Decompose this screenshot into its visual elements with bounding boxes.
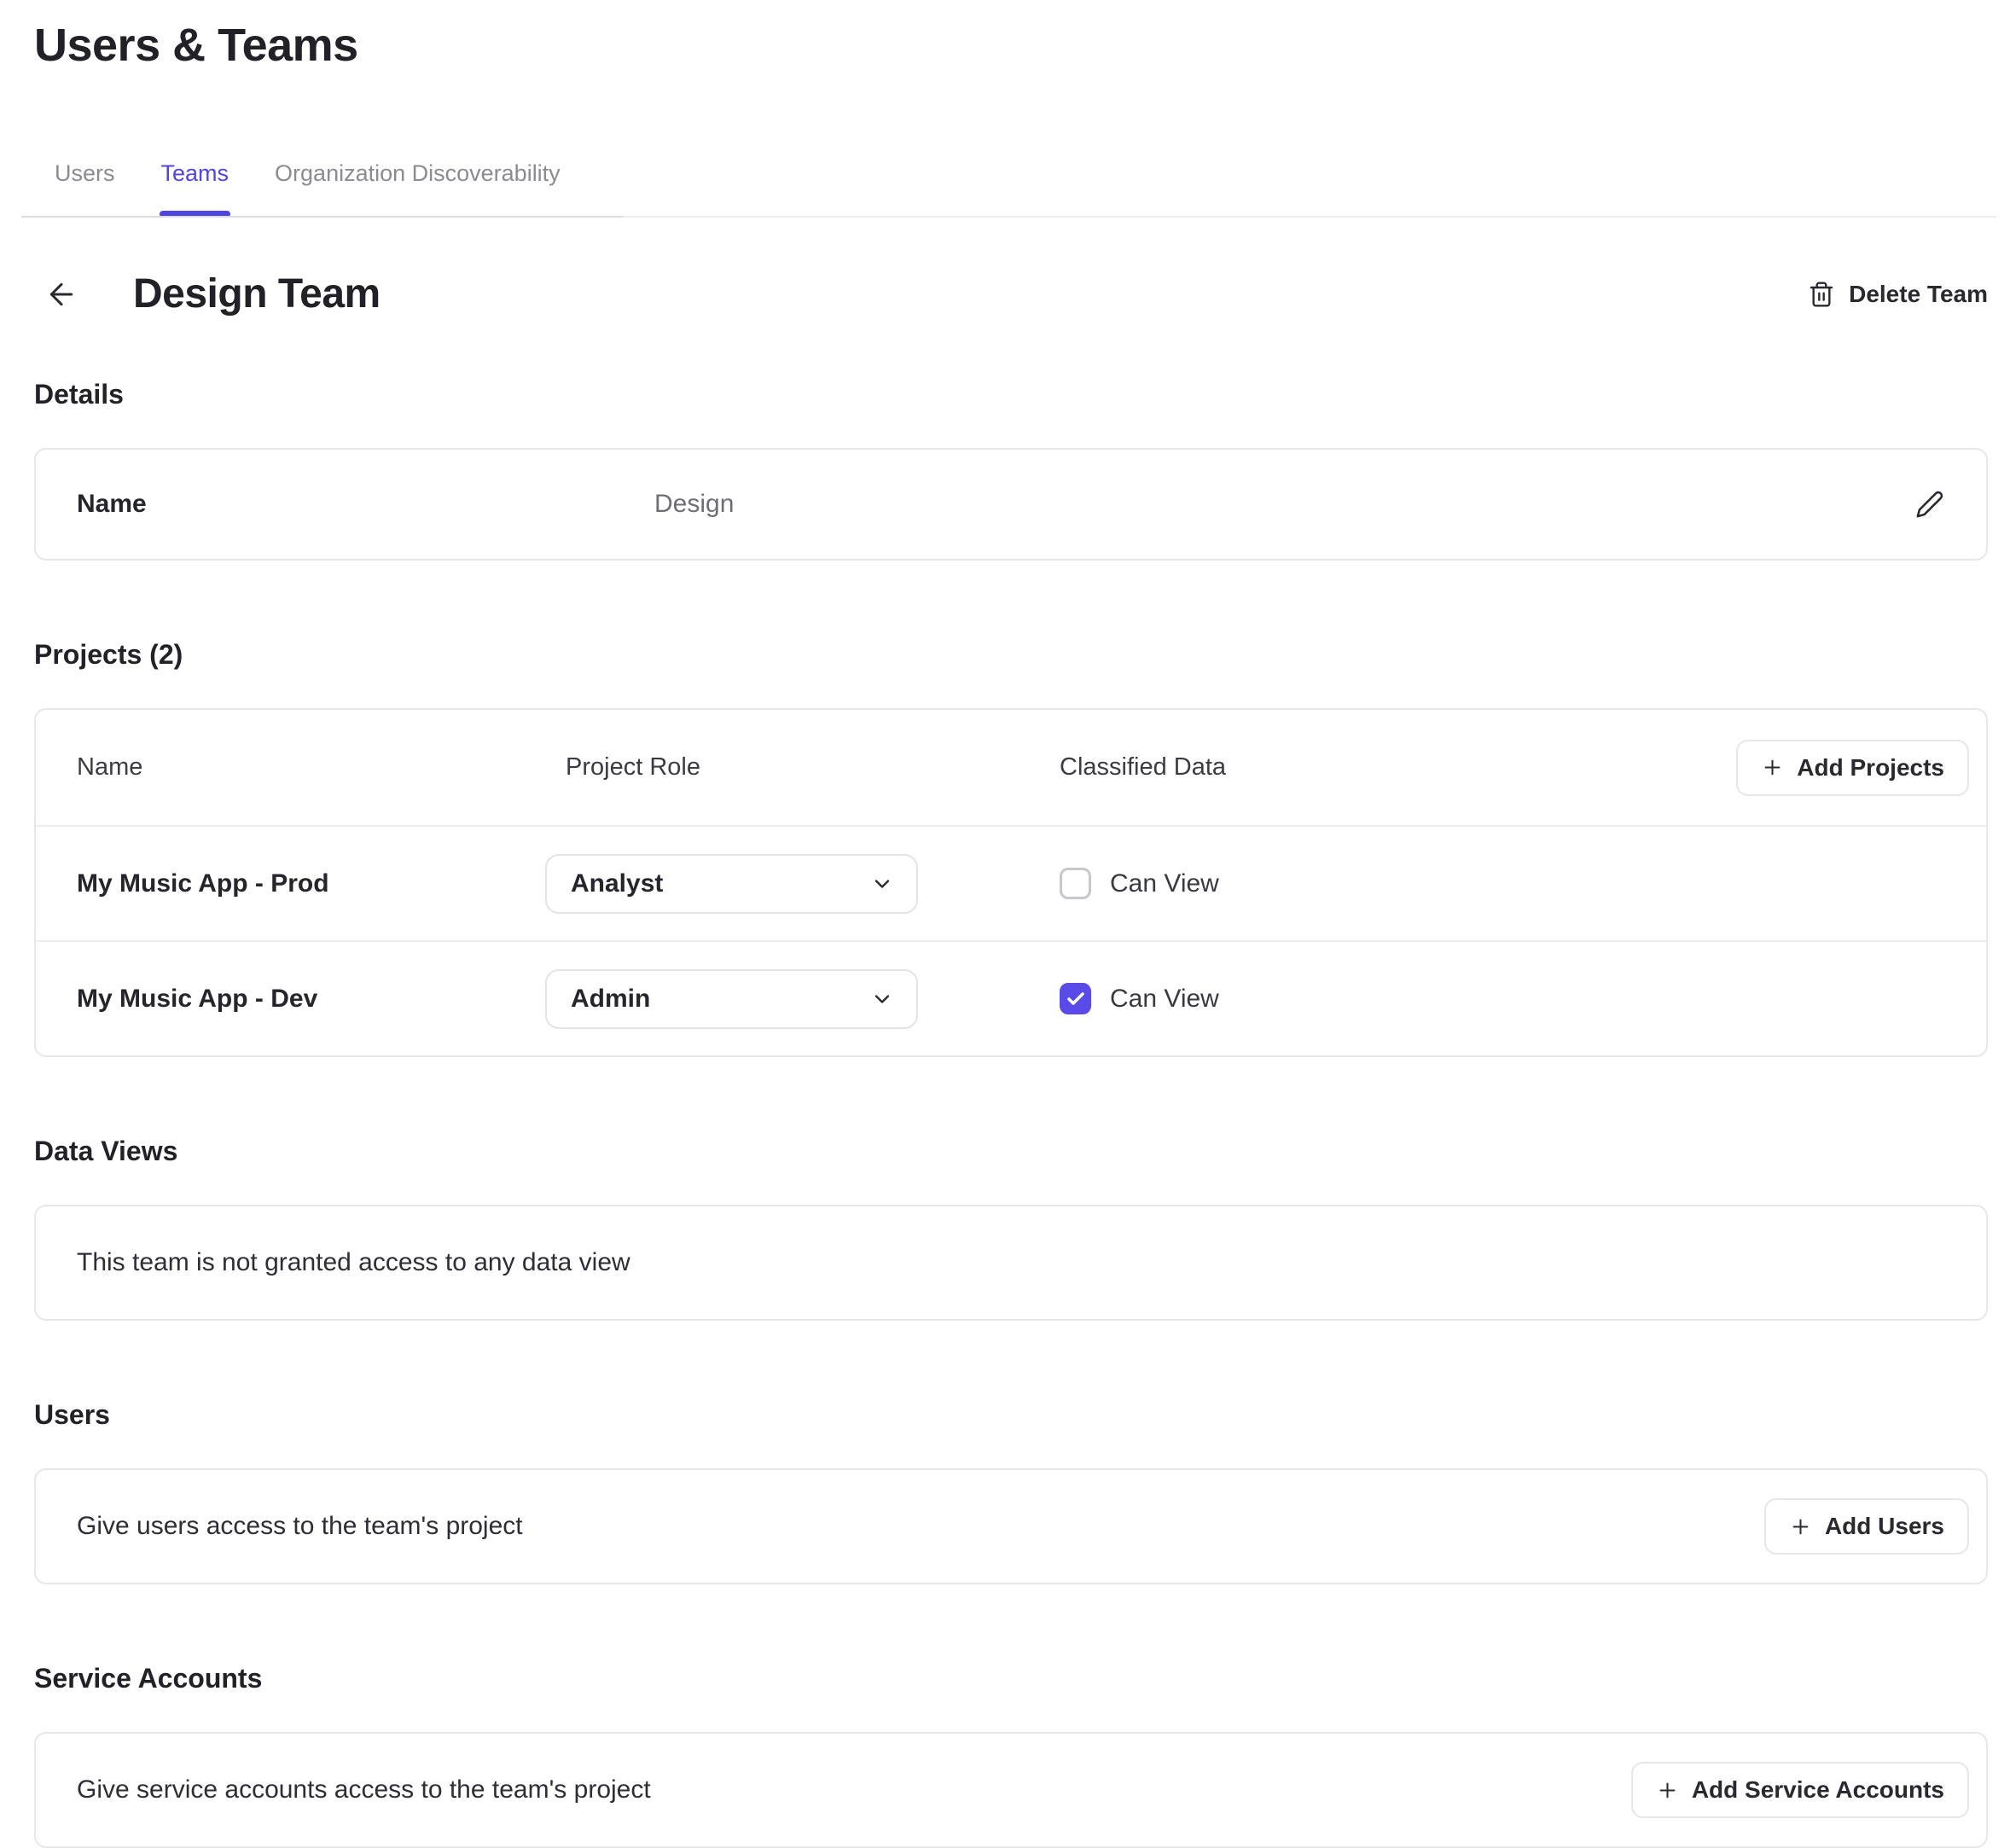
pencil-icon [1915,490,1944,519]
check-icon [1066,989,1086,1009]
add-users-button[interactable]: Add Users [1764,1498,1969,1555]
project-name: My Music App - Dev [77,985,545,1014]
name-label: Name [77,490,654,519]
table-row: My Music App - Dev Admin Can View [36,940,1986,1055]
project-name: My Music App - Prod [77,869,545,898]
plus-icon [1761,756,1784,779]
trash-icon [1808,281,1835,308]
project-role-select[interactable]: Admin [545,969,918,1029]
delete-team-button[interactable]: Delete Team [1808,281,1988,308]
users-teams-page: Users & Teams Users Teams Organization D… [0,19,2010,1848]
tab-teams[interactable]: Teams [161,160,229,218]
project-role-value: Analyst [571,869,663,898]
tab-bar: Users Teams Organization Discoverability [0,160,2010,218]
add-projects-button[interactable]: Add Projects [1736,740,1969,796]
can-view-checkbox[interactable] [1060,868,1091,899]
can-view-label: Can View [1110,985,1219,1014]
service-accounts-card: Give service accounts access to the team… [34,1732,1988,1848]
column-header-name: Name [77,753,545,782]
plus-icon [1656,1779,1679,1802]
plus-icon [1789,1515,1812,1538]
team-header: Design Team Delete Team [43,270,1988,317]
users-empty-text: Give users access to the team's project [77,1512,523,1541]
table-row: My Music App - Prod Analyst Can View [36,825,1986,940]
chevron-down-icon [870,872,894,896]
team-title: Design Team [133,270,381,317]
column-header-classified-data: Classified Data [1060,753,1736,782]
column-header-project-role: Project Role [545,753,1060,782]
arrow-left-icon [44,277,78,311]
chevron-down-icon [870,987,894,1011]
projects-heading: Projects (2) [34,639,2010,671]
project-role-value: Admin [571,985,650,1014]
name-value: Design [654,490,734,519]
add-service-accounts-label: Add Service Accounts [1692,1776,1944,1804]
add-projects-label: Add Projects [1797,754,1944,782]
service-accounts-empty-text: Give service accounts access to the team… [77,1775,651,1804]
details-card: Name Design [34,448,1988,561]
tab-users[interactable]: Users [55,160,115,218]
data-views-heading: Data Views [34,1136,2010,1167]
back-button[interactable] [43,276,80,313]
service-accounts-heading: Service Accounts [34,1663,2010,1694]
users-heading: Users [34,1399,2010,1431]
can-view-checkbox[interactable] [1060,983,1091,1014]
project-role-select[interactable]: Analyst [545,854,918,914]
edit-name-button[interactable] [1913,487,1947,521]
data-views-empty-text: This team is not granted access to any d… [77,1248,630,1277]
page-title: Users & Teams [34,19,2010,72]
projects-table: Name Project Role Classified Data Add Pr… [34,708,1988,1057]
add-users-label: Add Users [1825,1513,1944,1540]
add-service-accounts-button[interactable]: Add Service Accounts [1631,1762,1969,1818]
delete-team-label: Delete Team [1849,281,1988,308]
data-views-card: This team is not granted access to any d… [34,1205,1988,1321]
projects-table-header: Name Project Role Classified Data Add Pr… [36,710,1986,825]
details-heading: Details [34,379,2010,410]
tab-bar-divider-dark [21,216,623,218]
tab-organization-discoverability[interactable]: Organization Discoverability [275,160,561,218]
users-card: Give users access to the team's project … [34,1468,1988,1584]
can-view-label: Can View [1110,869,1219,898]
